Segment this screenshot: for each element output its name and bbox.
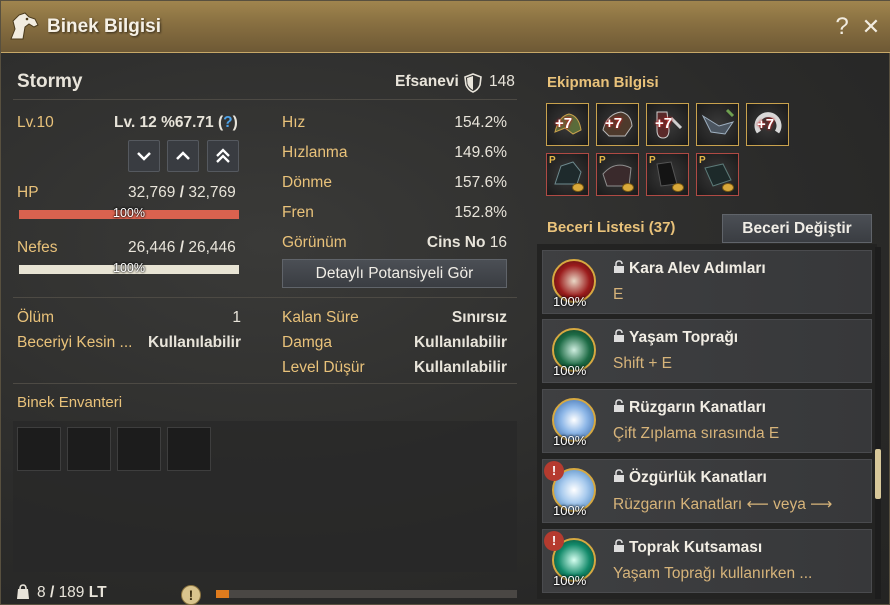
double-chevron-up-icon <box>216 148 230 163</box>
skill-list-title: Beceri Listesi (37) <box>547 219 676 236</box>
weight-icon <box>17 584 29 599</box>
horseshoe-icon <box>701 108 735 135</box>
stamina-percent: 100% <box>113 261 145 275</box>
equipment-title: Ekipman Bilgisi <box>547 74 659 91</box>
chevron-up-icon <box>176 151 190 160</box>
level-reduce-label: Level Düşür <box>282 359 365 376</box>
lock-icon <box>614 329 624 342</box>
close-button[interactable]: ✕ <box>858 13 884 41</box>
mount-info-window: Binek Bilgisi ? ✕ Stormy Efsanevi 148 Lv… <box>0 0 890 605</box>
coin-icon <box>672 183 684 192</box>
stat-value-turning: 157.6% <box>454 174 507 191</box>
warning-icon: ! <box>544 461 564 481</box>
death-value: 1 <box>232 309 241 326</box>
level-up-button[interactable] <box>167 140 199 172</box>
appearance-slot-4[interactable]: P <box>696 153 739 196</box>
horse-head-icon <box>10 12 39 40</box>
coin-icon <box>722 183 734 192</box>
skill-list-scroll-thumb[interactable] <box>875 449 881 499</box>
stat-value-acceleration: 149.6% <box>454 144 507 161</box>
equipment-slot-accessory[interactable]: +7 <box>746 103 789 146</box>
weight-bar-fill <box>216 590 229 598</box>
detailed-potential-button[interactable]: Detaylı Potansiyeli Gör <box>282 259 507 288</box>
skill-cut-value: Kullanılabilir <box>147 334 241 351</box>
stat-label-acceleration: Hızlanma <box>282 144 348 161</box>
title-bar[interactable]: Binek Bilgisi ? ✕ <box>1 1 890 53</box>
appearance-slot-2[interactable]: P <box>596 153 639 196</box>
divider <box>13 297 517 298</box>
weight-value: 8 / 189 LT <box>37 584 107 601</box>
weight-warning-icon[interactable]: ! <box>181 585 201 605</box>
stat-label-turning: Dönme <box>282 174 332 191</box>
remaining-time-label: Kalan Süre <box>282 309 359 326</box>
stamp-label: Damga <box>282 334 332 351</box>
hp-label: HP <box>17 184 39 201</box>
skill-item[interactable]: 100% Rüzgarın Kanatları Çift Zıplama sır… <box>542 389 872 453</box>
gear-score: 148 <box>489 73 515 90</box>
stamina-label: Nefes <box>17 239 58 256</box>
level-down-button[interactable] <box>128 140 160 172</box>
weight-bar <box>216 590 517 598</box>
inventory-slot[interactable] <box>117 427 161 471</box>
warning-icon: ! <box>544 531 564 551</box>
stat-label-brake: Fren <box>282 204 314 221</box>
mount-name: Stormy <box>17 71 83 92</box>
remaining-time-value: Sınırsız <box>451 309 507 326</box>
skill-cut-label: Beceriyi Kesin ... <box>17 334 133 351</box>
coin-icon <box>572 183 584 192</box>
divider <box>13 383 517 384</box>
appearance-slot-3[interactable]: P <box>646 153 689 196</box>
shield-icon <box>464 73 482 93</box>
equipment-slot-horseshoe[interactable] <box>696 103 739 146</box>
next-level-text: Lv. 12 %67.71 ( <box>114 114 224 131</box>
level-label: Lv.10 <box>17 114 54 131</box>
equipment-slot-stirrups[interactable]: +7 <box>646 103 689 146</box>
change-skill-button[interactable]: Beceri Değiştir <box>722 214 872 243</box>
skill-item[interactable]: ! 100% Toprak Kutsaması Yaşam Toprağı ku… <box>542 529 872 593</box>
chevron-down-icon <box>137 152 151 161</box>
stamina-bar: 100% <box>19 261 239 275</box>
coin-icon <box>622 183 634 192</box>
skill-list-scrollbar[interactable] <box>875 247 881 599</box>
inventory-title: Binek Envanteri <box>17 394 123 411</box>
stat-value-speed: 154.2% <box>454 114 507 131</box>
level-max-button[interactable] <box>207 140 239 172</box>
stat-value-brake: 152.8% <box>454 204 507 221</box>
lock-icon <box>614 469 624 482</box>
inventory-slot[interactable] <box>167 427 211 471</box>
stat-label-speed: Hız <box>282 114 306 131</box>
inventory-slot[interactable] <box>17 427 61 471</box>
level-help-icon[interactable]: ? <box>223 114 232 131</box>
equipment-slot-armor[interactable]: +7 <box>596 103 639 146</box>
stamina-value: 26,446 / 26,446 <box>128 239 236 256</box>
stamp-value: Kullanılabilir <box>413 334 507 351</box>
hp-value: 32,769 / 32,769 <box>128 184 236 201</box>
help-button[interactable]: ? <box>829 13 855 41</box>
appearance-slot-1[interactable]: P <box>546 153 589 196</box>
death-label: Ölüm <box>17 309 55 326</box>
lock-icon <box>614 539 624 552</box>
stat-label-appearance: Görünüm <box>282 234 347 251</box>
divider <box>13 99 517 100</box>
hp-bar: 100% <box>19 206 239 220</box>
skill-item[interactable]: 100% Yaşam Toprağı Shift + E <box>542 319 872 383</box>
window-title: Binek Bilgisi <box>47 16 162 37</box>
level-reduce-value: Kullanılabilir <box>413 359 507 376</box>
skill-item[interactable]: 100% Kara Alev Adımları E <box>542 250 872 314</box>
mount-grade: Efsanevi <box>395 73 459 90</box>
next-level-info: Lv. 12 %67.71 (?) <box>114 114 238 131</box>
hp-percent: 100% <box>113 206 145 220</box>
lock-icon <box>614 260 624 273</box>
stat-value-appearance: Cins No 16 <box>426 234 507 251</box>
skill-item[interactable]: ! 100% Özgürlük Kanatları Rüzgarın Kanat… <box>542 459 872 523</box>
inventory-slot[interactable] <box>67 427 111 471</box>
equipment-slot-saddle[interactable]: +7 <box>546 103 589 146</box>
lock-icon <box>614 399 624 412</box>
